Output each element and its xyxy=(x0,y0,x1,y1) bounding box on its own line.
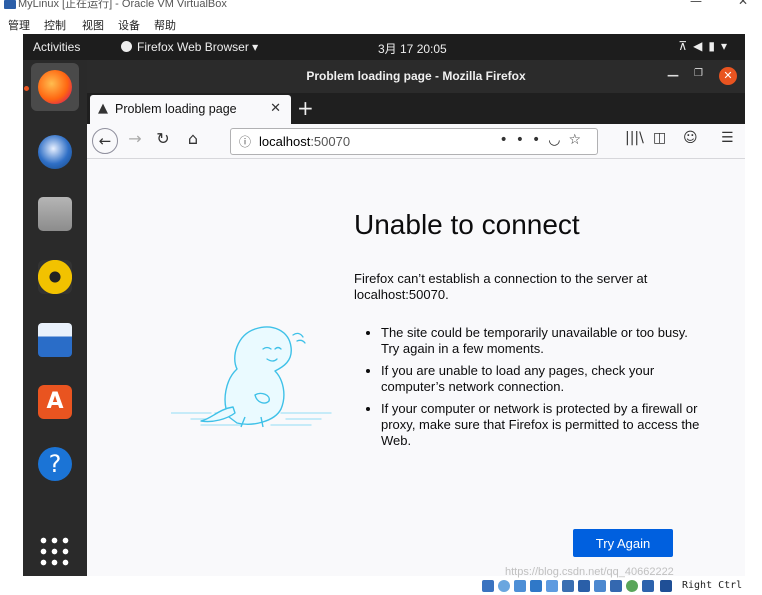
url-host: localhost xyxy=(259,134,311,149)
hard-disk-icon[interactable] xyxy=(482,580,494,592)
page-actions: •••◡☆ xyxy=(499,132,589,148)
running-indicator xyxy=(24,86,29,91)
back-button[interactable]: ← xyxy=(92,128,118,154)
vbox-app-icon xyxy=(4,0,16,9)
network-icon[interactable] xyxy=(530,580,542,592)
sidebar-icon[interactable]: ◫ xyxy=(653,130,666,146)
battery-icon: ▮ xyxy=(708,39,721,53)
error-page: Unable to connect Firefox can’t establis… xyxy=(87,159,745,576)
clock[interactable]: 3月 17 20:05 xyxy=(378,40,447,57)
system-menu[interactable]: ⊼◀▮▾ xyxy=(678,39,733,53)
dock-ubuntu-software[interactable]: A xyxy=(31,378,79,426)
new-tab-button[interactable]: + xyxy=(297,96,314,120)
hamburger-menu-icon[interactable]: ☰ xyxy=(721,130,734,146)
menu-view[interactable]: 视图 xyxy=(82,17,104,33)
dock-rhythmbox[interactable] xyxy=(31,253,79,301)
dock-libreoffice-writer[interactable] xyxy=(31,316,79,364)
network-icon: ⊼ xyxy=(678,39,694,53)
tab-close-icon[interactable]: ✕ xyxy=(270,101,281,116)
home-button[interactable]: ⌂ xyxy=(181,129,205,148)
try-again-button[interactable]: Try Again xyxy=(573,529,673,557)
watermark: https://blog.csdn.net/qq_40662222 xyxy=(505,566,674,578)
tab-problem-loading[interactable]: ▲ Problem loading page ✕ xyxy=(90,95,291,124)
maximize-icon[interactable]: ❐ xyxy=(694,68,703,79)
more-actions-icon[interactable]: ••• xyxy=(499,132,548,148)
menu-help[interactable]: 帮助 xyxy=(154,17,176,33)
reload-button[interactable]: ↻ xyxy=(151,129,175,148)
host-key-icon xyxy=(660,580,672,592)
activities-button[interactable]: Activities xyxy=(33,40,80,54)
host-key-label: Right Ctrl xyxy=(682,580,743,591)
mouse-integration-icon[interactable] xyxy=(626,580,638,592)
cpu-icon[interactable] xyxy=(610,580,622,592)
guest-screen: Activities Firefox Web Browser ▾ 3月 17 2… xyxy=(23,34,745,576)
list-item: If your computer or network is protected… xyxy=(381,401,701,449)
minimize-icon[interactable]: — xyxy=(690,0,702,8)
keyboard-icon[interactable] xyxy=(642,580,654,592)
menu-machine[interactable]: 管理 xyxy=(8,17,30,33)
vbox-menubar: 管理 控制 视图 设备 帮助 xyxy=(0,14,762,34)
firefox-small-icon xyxy=(121,41,132,52)
chevron-down-icon: ▾ xyxy=(252,40,259,54)
usb-icon[interactable] xyxy=(546,580,558,592)
thunderbird-icon xyxy=(38,135,72,169)
software-icon: A xyxy=(38,385,72,419)
gnome-top-bar: Activities Firefox Web Browser ▾ 3月 17 2… xyxy=(23,34,745,60)
display-icon[interactable] xyxy=(578,580,590,592)
error-suggestions: The site could be temporarily unavailabl… xyxy=(365,325,701,455)
bookmark-star-icon[interactable]: ☆ xyxy=(568,132,589,148)
firefox-window-title: Problem loading page - Mozilla Firefox xyxy=(306,69,526,83)
writer-icon xyxy=(38,323,72,357)
help-icon: ? xyxy=(38,447,72,481)
error-description: Firefox can’t establish a connection to … xyxy=(354,271,648,302)
optical-drive-icon[interactable] xyxy=(498,580,510,592)
url-bar[interactable]: ⓘ localhost:50070 •••◡☆ xyxy=(230,128,598,155)
tab-label: Problem loading page xyxy=(115,102,237,116)
account-icon[interactable]: ☺ xyxy=(683,130,698,146)
audio-icon[interactable] xyxy=(514,580,526,592)
volume-icon: ◀ xyxy=(693,39,709,53)
list-item: If you are unable to load any pages, che… xyxy=(381,363,701,395)
forward-button[interactable]: → xyxy=(123,129,147,148)
firefox-window: Problem loading page - Mozilla Firefox —… xyxy=(87,60,745,576)
close-icon[interactable]: ✕ xyxy=(738,0,748,8)
app-menu[interactable]: Firefox Web Browser ▾ xyxy=(121,40,258,54)
warning-icon: ▲ xyxy=(98,101,108,116)
vbox-window-title: MyLinux [正在运行] - Oracle VM VirtualBox xyxy=(18,0,227,10)
menu-control[interactable]: 控制 xyxy=(44,17,66,33)
dock-help[interactable]: ? xyxy=(31,440,79,488)
dock-thunderbird[interactable] xyxy=(31,128,79,176)
shared-folders-icon[interactable] xyxy=(562,580,574,592)
info-icon[interactable]: ⓘ xyxy=(239,133,251,150)
error-illustration xyxy=(171,326,332,428)
chevron-down-icon: ▾ xyxy=(720,39,733,53)
minimize-icon[interactable]: — xyxy=(667,68,679,82)
app-menu-label: Firefox Web Browser xyxy=(137,40,249,54)
close-icon[interactable]: ✕ xyxy=(719,67,737,85)
pocket-icon[interactable]: ◡ xyxy=(548,132,568,148)
dock-files[interactable] xyxy=(31,190,79,238)
files-icon xyxy=(38,197,72,231)
dock-firefox[interactable] xyxy=(31,63,79,111)
error-heading: Unable to connect xyxy=(354,209,580,240)
dock: A ? xyxy=(23,60,87,576)
navigation-toolbar: ← → ↻ ⌂ ⓘ localhost:50070 •••◡☆ |||\ ◫ ☺… xyxy=(87,124,745,159)
list-item: The site could be temporarily unavailabl… xyxy=(381,325,701,357)
recording-icon[interactable] xyxy=(594,580,606,592)
library-icon[interactable]: |||\ xyxy=(625,130,644,146)
firefox-titlebar: Problem loading page - Mozilla Firefox —… xyxy=(87,60,745,93)
vbox-title-bar: MyLinux [正在运行] - Oracle VM VirtualBox — … xyxy=(0,0,762,12)
firefox-icon xyxy=(38,70,72,104)
vbox-status-bar: Right Ctrl xyxy=(482,578,762,595)
grid-icon xyxy=(38,535,72,569)
url-text: localhost:50070 xyxy=(259,134,350,149)
tab-strip: ▲ Problem loading page ✕ + xyxy=(87,93,745,124)
show-applications-button[interactable] xyxy=(31,528,79,576)
url-port: :50070 xyxy=(310,134,351,149)
rhythmbox-icon xyxy=(38,260,72,294)
menu-devices[interactable]: 设备 xyxy=(118,17,140,33)
